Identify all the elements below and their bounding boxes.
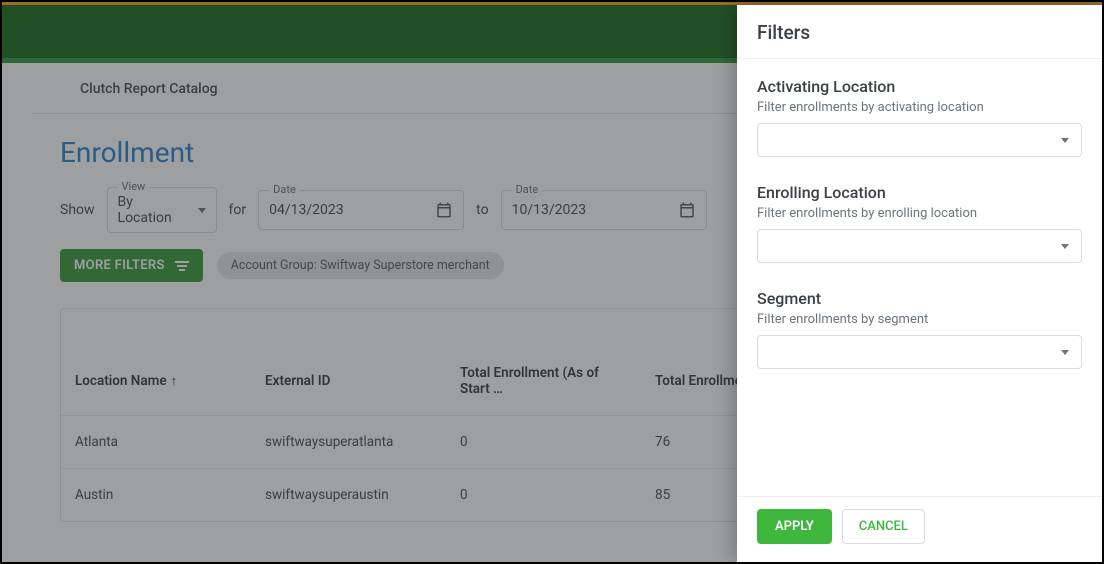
filter-group-title: Enrolling Location bbox=[757, 183, 1082, 202]
filters-panel: Filters Activating Location Filter enrol… bbox=[737, 5, 1102, 562]
filter-group-title: Activating Location bbox=[757, 77, 1082, 96]
filter-group-segment: Segment Filter enrollments by segment bbox=[757, 289, 1082, 369]
chevron-down-icon bbox=[1061, 138, 1069, 143]
chevron-down-icon bbox=[1061, 350, 1069, 355]
chevron-down-icon bbox=[1061, 244, 1069, 249]
filter-group-title: Segment bbox=[757, 289, 1082, 308]
cancel-button[interactable]: CANCEL bbox=[842, 509, 925, 544]
filter-group-enrolling-location: Enrolling Location Filter enrollments by… bbox=[757, 183, 1082, 263]
filters-panel-title: Filters bbox=[737, 5, 1102, 59]
segment-select[interactable] bbox=[757, 335, 1082, 369]
activating-location-select[interactable] bbox=[757, 123, 1082, 157]
enrolling-location-select[interactable] bbox=[757, 229, 1082, 263]
filter-group-desc: Filter enrollments by enrolling location bbox=[757, 206, 1082, 221]
filter-group-desc: Filter enrollments by segment bbox=[757, 312, 1082, 327]
apply-button[interactable]: APPLY bbox=[757, 509, 832, 544]
filters-panel-body: Activating Location Filter enrollments b… bbox=[737, 59, 1102, 496]
filter-group-activating-location: Activating Location Filter enrollments b… bbox=[757, 77, 1082, 157]
filters-panel-footer: APPLY CANCEL bbox=[737, 496, 1102, 562]
filter-group-desc: Filter enrollments by activating locatio… bbox=[757, 100, 1082, 115]
